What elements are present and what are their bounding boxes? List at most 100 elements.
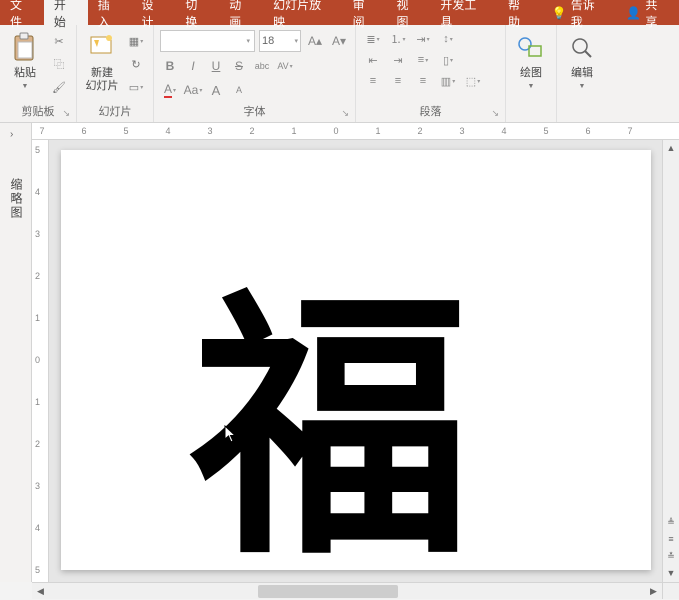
paragraph-dialog-launcher[interactable]: ↘ [491,108,499,119]
ruler-mark: 6 [585,126,590,136]
drawing-button[interactable]: 绘图 ▼ [512,28,550,105]
slide-nav-menu-button[interactable]: ≡ [663,531,679,548]
tab-view[interactable]: 视图 [386,0,430,25]
slide[interactable]: 福 [61,150,651,570]
text-shadow-button[interactable]: abc [252,56,272,76]
tab-home[interactable]: 开始 [44,0,88,25]
tab-review[interactable]: 审阅 [343,0,387,25]
decrease-indent-button[interactable]: ⇤ [362,51,384,69]
tab-animations[interactable]: 动画 [219,0,263,25]
reset-button[interactable]: ↻ [125,54,147,74]
clipboard-dialog-launcher[interactable]: ↘ [62,108,70,119]
font-name-selector[interactable]: ▾ [160,30,255,52]
share-button[interactable]: 👤 共享 [616,0,679,30]
editing-label: 编辑 [571,67,593,80]
scroll-left-button[interactable]: ◀ [32,583,49,599]
scissors-icon: ✂ [54,35,63,48]
scroll-track[interactable] [49,583,645,599]
editing-button[interactable]: 编辑 ▼ [563,28,601,105]
thumbnails-label[interactable]: 缩略图 [8,178,25,220]
menu-tab-bar: 文件 开始 插入 设计 切换 动画 幻灯片放映 审阅 视图 开发工具 帮助 💡 … [0,0,679,25]
next-slide-button[interactable]: ≛ [663,548,679,565]
ruler-mark: 1 [291,126,296,136]
ruler-mark: 2 [417,126,422,136]
ruler-mark: 3 [207,126,212,136]
copy-button[interactable]: ⿻ [48,54,70,74]
numbering-icon: ⒈ [390,31,401,47]
chevron-down-icon: ▾ [294,37,298,45]
change-case-button[interactable]: Aa [183,80,203,100]
slide-canvas-area[interactable]: 福 [49,140,662,582]
grow-font-button[interactable]: A [206,80,226,100]
tab-help[interactable]: 帮助 [498,0,542,25]
ruler-mark: 4 [165,126,170,136]
clipboard-icon [9,32,41,64]
line-spacing-button[interactable]: ≡ [412,51,434,69]
tab-slideshow[interactable]: 幻灯片放映 [263,0,343,25]
scroll-down-button[interactable]: ▼ [663,565,679,582]
chevron-down-icon: ▼ [579,83,586,90]
chevron-down-icon: ▼ [528,83,535,90]
shrink-font-button[interactable]: A [229,80,249,100]
strikethrough-button[interactable]: S [229,56,249,76]
increase-font-button[interactable]: A▴ [305,31,325,51]
scroll-right-button[interactable]: ▶ [645,583,662,599]
ruler-mark: 3 [459,126,464,136]
tab-developer[interactable]: 开发工具 [430,0,498,25]
group-editing: 编辑 ▼ [557,25,607,122]
tab-design[interactable]: 设计 [132,0,176,25]
tab-transitions[interactable]: 切换 [175,0,219,25]
section-button[interactable]: ▭ [125,77,147,97]
horizontal-scrollbar[interactable]: ◀ ▶ [32,582,662,599]
clipboard-group-label: 剪贴板 [22,106,55,118]
shapes-icon [515,32,547,64]
char-spacing-button[interactable]: AV [275,56,295,76]
ribbon: 粘贴 ▼ ✂ ⿻ 🖌 剪贴板 ↘ 新建 幻灯片 ▦ ↻ ▭ [0,25,679,123]
scroll-thumb[interactable] [258,585,398,598]
smartart-button[interactable]: ⬚ [462,72,484,90]
align-left-button[interactable]: ≡ [362,72,384,90]
ruler-mark: 1 [35,313,40,323]
ruler-mark: 6 [81,126,86,136]
bullets-button[interactable]: ≣ [362,30,384,48]
layout-button[interactable]: ▦ [125,31,147,51]
list-level-button[interactable]: ⇥ [412,30,434,48]
align-center-button[interactable]: ≡ [387,72,409,90]
font-size-selector[interactable]: 18▾ [259,30,301,52]
ruler-mark: 1 [375,126,380,136]
text-direction-button[interactable]: ↕ [437,30,459,48]
scroll-up-button[interactable]: ▲ [663,140,679,157]
font-color-button[interactable]: A [160,80,180,100]
new-slide-button[interactable]: 新建 幻灯片 [83,28,121,101]
align-right-icon: ≡ [420,75,426,87]
expand-thumbnails-button[interactable]: › [10,129,13,140]
underline-button[interactable]: U [206,56,226,76]
prev-slide-button[interactable]: ≜ [663,514,679,531]
align-text-button[interactable]: ▯ [437,51,459,69]
ruler-mark: 2 [249,126,254,136]
bold-button[interactable]: B [160,56,180,76]
cut-button[interactable]: ✂ [48,31,70,51]
columns-button[interactable]: ▥ [437,72,459,90]
font-dialog-launcher[interactable]: ↘ [341,108,349,119]
tab-file[interactable]: 文件 [0,0,44,25]
thumbnail-panel-collapsed: › 缩略图 [0,123,32,582]
vertical-scrollbar[interactable]: ▲ ≜ ≡ ≛ ▼ [662,140,679,582]
new-slide-label: 新建 幻灯片 [86,67,119,93]
ruler-mark: 3 [35,229,40,239]
ruler-mark: 0 [333,126,338,136]
indent-icon: ⇥ [393,54,402,67]
chevron-down-icon: ▼ [22,83,29,90]
person-icon: 👤 [626,6,641,20]
ruler-mark: 0 [35,355,40,365]
group-paragraph: ≣ ⒈ ⇥ ↕ ⇤ ⇥ ≡ ▯ ≡ ≡ ≡ ▥ ⬚ 段落↘ [356,25,506,122]
paste-button[interactable]: 粘贴 ▼ [6,28,44,101]
share-label: 共享 [645,0,669,30]
increase-indent-button[interactable]: ⇥ [387,51,409,69]
format-painter-button[interactable]: 🖌 [48,77,70,97]
tab-insert[interactable]: 插入 [88,0,132,25]
italic-button[interactable]: I [183,56,203,76]
decrease-font-button[interactable]: A▾ [329,31,349,51]
align-right-button[interactable]: ≡ [412,72,434,90]
numbering-button[interactable]: ⒈ [387,30,409,48]
